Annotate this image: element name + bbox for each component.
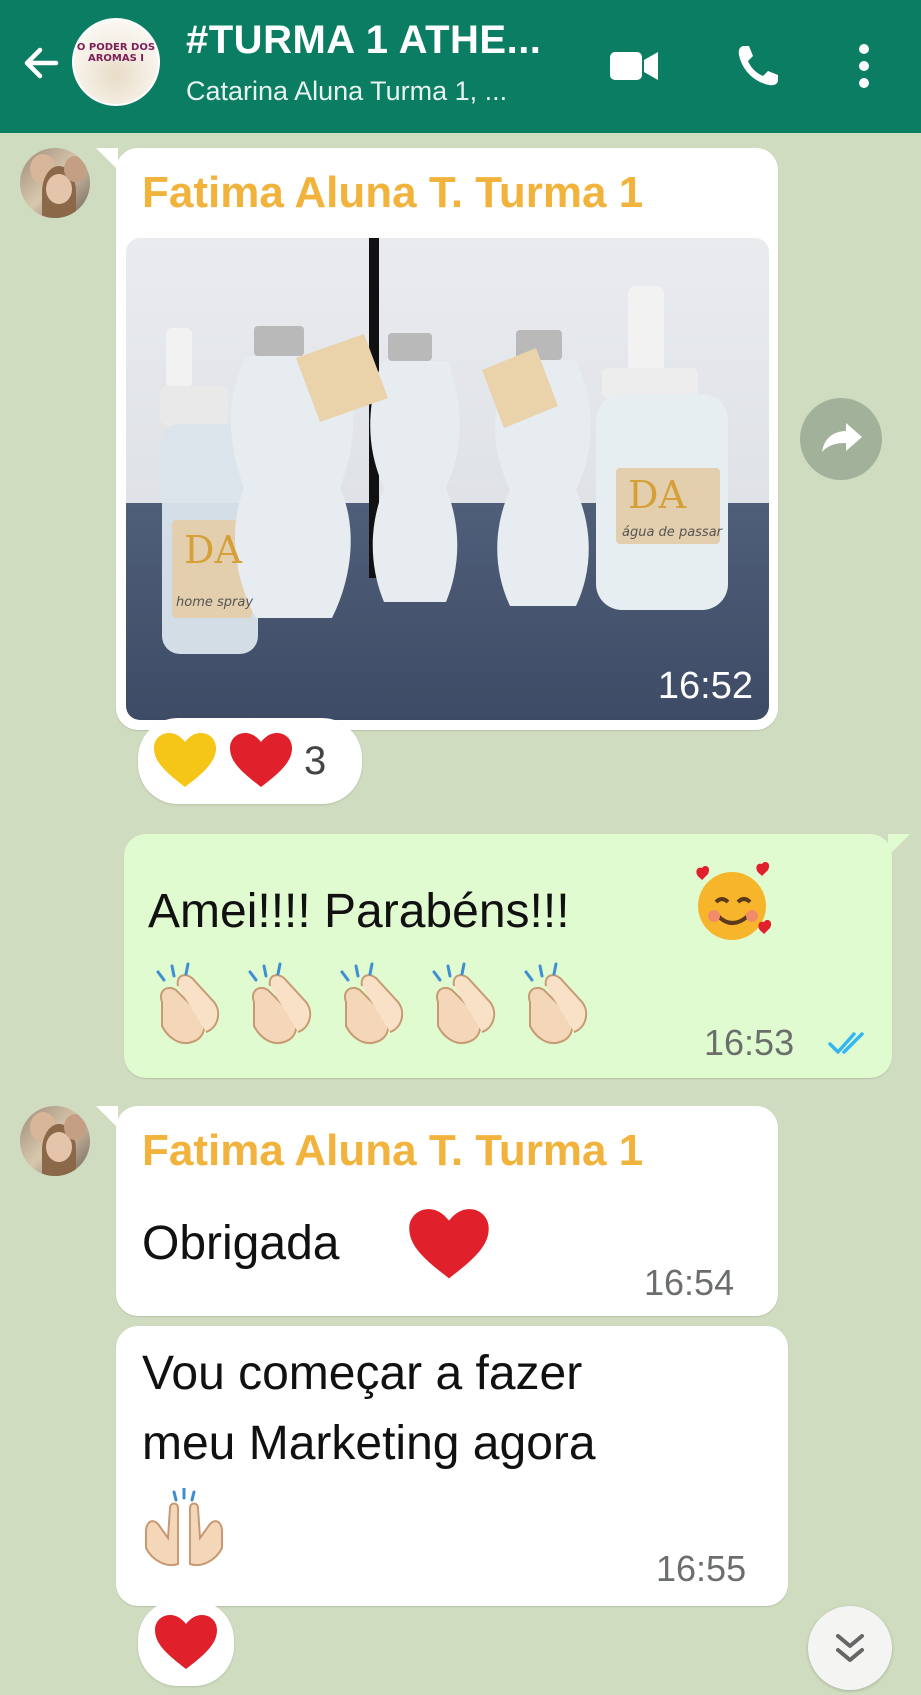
product-photo[interactable]: DA home spray DA água de passar 16:52 [126, 238, 769, 720]
smiling-face-with-hearts-icon [696, 862, 772, 940]
double-chevron-down-icon [836, 1634, 864, 1662]
clapping-hands-icon [248, 962, 312, 1044]
clapping-hands-icon [156, 962, 220, 1044]
label-logo: DA [184, 528, 242, 572]
more-vertical-icon[interactable] [836, 38, 892, 94]
forward-button[interactable] [800, 398, 882, 480]
sender-name[interactable]: Fatima Aluna T. Turma 1 [142, 168, 643, 218]
video-camera-icon[interactable] [606, 38, 662, 94]
red-heart-icon [409, 1209, 489, 1279]
sender-avatar[interactable] [20, 148, 90, 218]
sender-name[interactable]: Fatima Aluna T. Turma 1 [142, 1126, 643, 1176]
sender-avatar[interactable] [20, 1106, 90, 1176]
red-heart-icon [230, 733, 292, 787]
message-text: Obrigada [142, 1217, 340, 1270]
back-arrow-icon[interactable] [16, 38, 66, 88]
message-time: 16:53 [704, 1022, 795, 1063]
yellow-heart-icon [154, 733, 216, 787]
clapping-hands-icon [340, 962, 404, 1044]
red-heart-icon [155, 1615, 217, 1669]
reaction-bar[interactable]: 3 [138, 718, 362, 804]
message-text-line2: meu Marketing agora [142, 1417, 596, 1470]
read-receipt-icon [828, 1032, 864, 1054]
clapping-hands-row [148, 962, 596, 1048]
message-time: 16:54 [644, 1262, 735, 1303]
chat-header: O PODER DOS AROMAS I #TURMA 1 ATHE... Ca… [0, 0, 921, 133]
chat-title[interactable]: #TURMA 1 ATHE... [186, 18, 541, 63]
group-avatar-text: O PODER DOS AROMAS I [76, 42, 156, 64]
scroll-to-bottom-button[interactable] [808, 1606, 892, 1690]
message-text-line1: Vou começar a fazer [142, 1347, 583, 1400]
label-logo-2: DA [628, 473, 686, 517]
message-time: 16:55 [656, 1548, 747, 1589]
label-home-spray: home spray [176, 595, 253, 610]
reaction-bar[interactable] [138, 1600, 234, 1686]
clapping-hands-icon [524, 962, 588, 1044]
message-time: 16:52 [657, 665, 753, 707]
group-avatar[interactable]: O PODER DOS AROMAS I [72, 18, 160, 106]
phone-icon[interactable] [730, 38, 786, 94]
clapping-hands-icon [432, 962, 496, 1044]
bottles-illustration: DA home spray DA água de passar [160, 238, 728, 654]
label-agua-de-passar: água de passar [622, 525, 724, 540]
reaction-count: 3 [304, 738, 327, 783]
message-text: Amei!!!! Parabéns!!! [148, 885, 570, 938]
chat-participants[interactable]: Catarina Aluna Turma 1, ... [186, 76, 507, 107]
raising-hands-icon [145, 1488, 223, 1566]
forward-arrow-icon [822, 423, 862, 452]
